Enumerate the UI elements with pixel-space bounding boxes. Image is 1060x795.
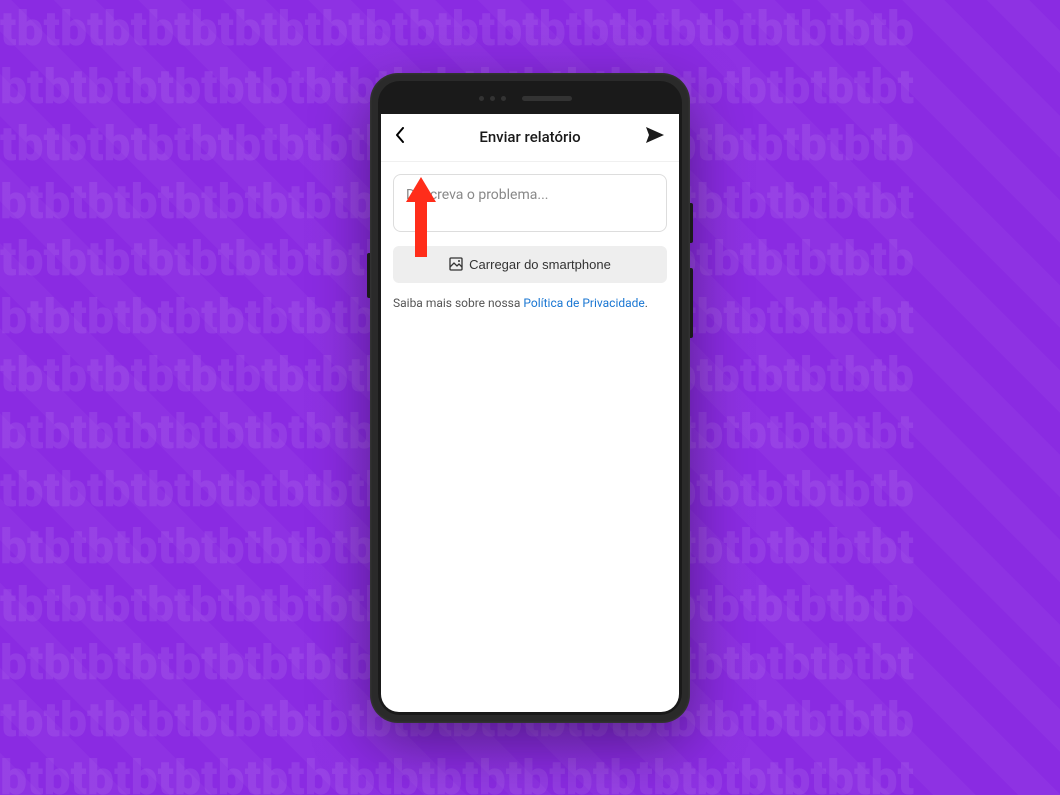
privacy-policy-link[interactable]: Política de Privacidade xyxy=(523,296,644,310)
sensor-dot xyxy=(479,96,484,101)
sensor-dot xyxy=(501,96,506,101)
phone-side-button-left xyxy=(367,253,370,298)
send-button[interactable] xyxy=(645,126,665,148)
phone-screen: Enviar relatório Carregar do xyxy=(381,114,679,712)
privacy-suffix: . xyxy=(645,296,648,310)
sensor-dot xyxy=(490,96,495,101)
app-header: Enviar relatório xyxy=(381,114,679,162)
phone-mockup-frame: Enviar relatório Carregar do xyxy=(370,73,690,723)
content-area: Carregar do smartphone Saiba mais sobre … xyxy=(381,162,679,324)
phone-side-button-right-1 xyxy=(690,203,693,243)
phone-side-button-right-2 xyxy=(690,268,693,338)
upload-button-label: Carregar do smartphone xyxy=(469,257,611,272)
privacy-notice: Saiba mais sobre nossa Política de Priva… xyxy=(393,295,667,312)
privacy-prefix: Saiba mais sobre nossa xyxy=(393,296,523,310)
chevron-left-icon xyxy=(395,127,405,143)
page-title: Enviar relatório xyxy=(395,128,665,146)
image-icon xyxy=(449,257,463,271)
problem-description-input[interactable] xyxy=(393,174,667,232)
back-button[interactable] xyxy=(395,127,405,147)
send-icon xyxy=(645,126,665,144)
phone-speaker xyxy=(522,96,572,101)
upload-from-phone-button[interactable]: Carregar do smartphone xyxy=(393,246,667,283)
phone-bezel: Enviar relatório Carregar do xyxy=(378,81,682,715)
phone-top-sensors xyxy=(381,84,679,114)
